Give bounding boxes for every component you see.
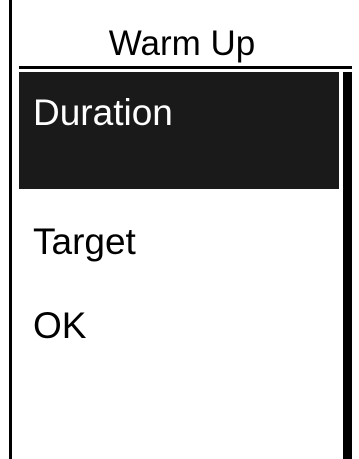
- device-screen: Warm Up Duration Target OK: [0, 0, 359, 459]
- menu-item-duration[interactable]: Duration: [19, 72, 339, 189]
- menu-item-ok[interactable]: OK: [19, 291, 339, 393]
- settings-menu: Duration Target OK: [19, 72, 339, 393]
- page-title: Warm Up: [108, 24, 256, 63]
- menu-item-label: Duration: [33, 92, 173, 133]
- title-divider: [19, 66, 352, 69]
- menu-item-label: Target: [33, 221, 136, 262]
- menu-item-label: OK: [33, 305, 87, 346]
- scrollbar[interactable]: [343, 72, 352, 459]
- menu-item-target[interactable]: Target: [19, 189, 339, 291]
- screen-left-border: [9, 0, 12, 459]
